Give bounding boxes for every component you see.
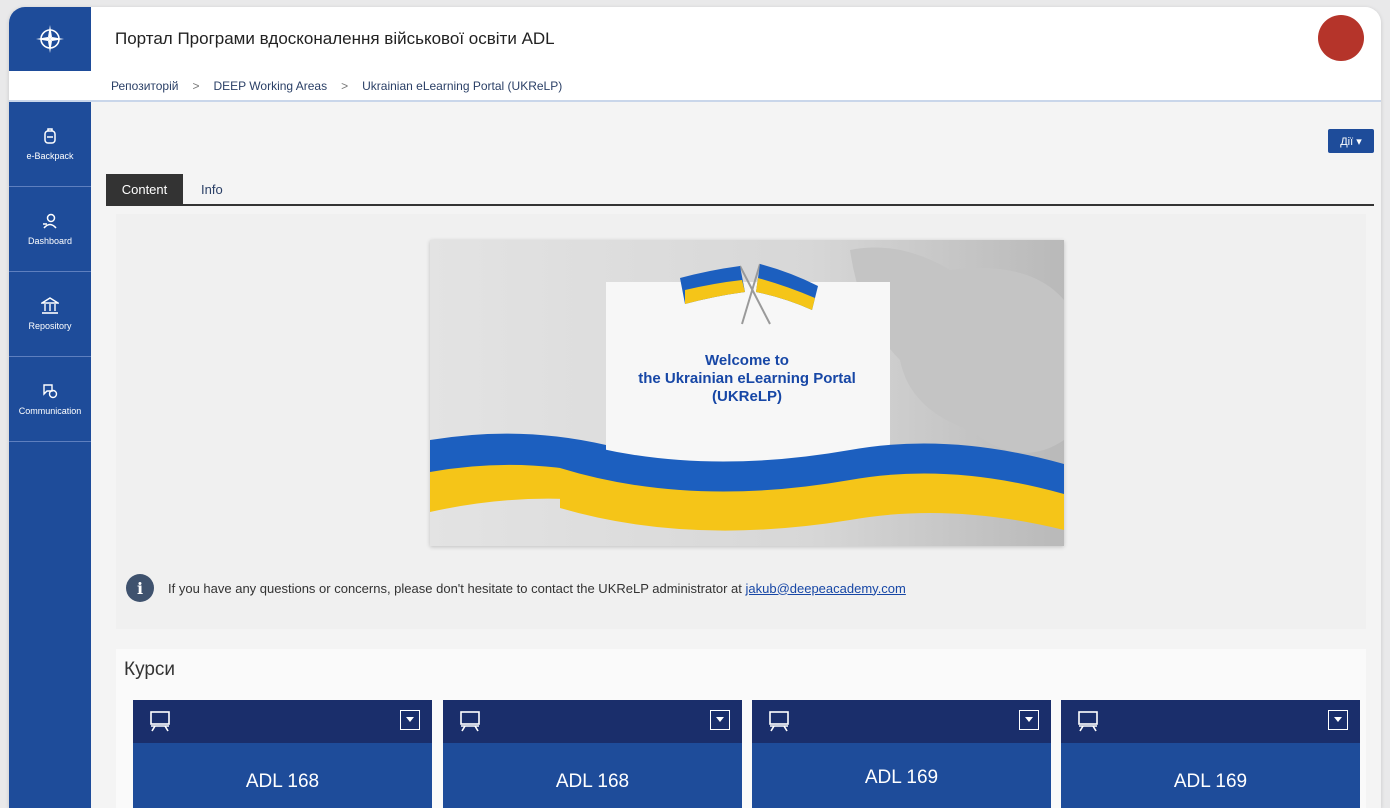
dashboard-icon	[43, 213, 57, 229]
breadcrumb: Репозиторій > DEEP Working Areas > Ukrai…	[111, 79, 562, 93]
breadcrumb-item-repository[interactable]: Репозиторій	[111, 79, 178, 93]
course-card-menu-button[interactable]	[400, 710, 420, 730]
nato-logo[interactable]	[9, 7, 91, 71]
course-card-title[interactable]: ADL 168	[133, 743, 432, 808]
tab-content[interactable]: Content	[106, 174, 183, 204]
course-card[interactable]: ADL 169	[1061, 700, 1360, 808]
repository-icon	[41, 297, 59, 314]
sidebar-item-dashboard[interactable]: Dashboard	[9, 187, 91, 272]
app-window: Портал Програми вдосконалення військової…	[9, 7, 1381, 808]
actions-dropdown-button[interactable]: Дії ▾	[1328, 129, 1374, 153]
tab-info[interactable]: Info	[201, 174, 223, 204]
user-avatar[interactable]	[1318, 15, 1364, 61]
chevron-down-icon	[1025, 717, 1033, 722]
course-card-header	[443, 700, 742, 743]
banner-welcome-text: Welcome to the Ukrainian eLearning Porta…	[430, 352, 1064, 406]
info-icon: i	[126, 574, 154, 602]
course-card-title[interactable]: ADL 169	[752, 743, 1051, 808]
sidebar-item-e-backpack[interactable]: e-Backpack	[9, 102, 91, 187]
top-header: Портал Програми вдосконалення військової…	[9, 7, 1381, 102]
sidebar-item-communication[interactable]: Communication	[9, 357, 91, 442]
course-card-menu-button[interactable]	[710, 710, 730, 730]
chevron-down-icon	[1334, 717, 1342, 722]
course-card[interactable]: ADL 169	[752, 700, 1051, 808]
main-content: Дії ▾ Content Info Welcome to the Ukrain…	[91, 104, 1381, 808]
presentation-board-icon	[769, 711, 789, 732]
breadcrumb-item-ukrelp[interactable]: Ukrainian eLearning Portal (UKReLP)	[362, 79, 562, 93]
course-card[interactable]: ADL 168	[443, 700, 742, 808]
banner-line: the Ukrainian eLearning Portal	[638, 370, 856, 387]
contact-info-row: i If you have any questions or concerns,…	[126, 574, 906, 602]
sidebar: e-Backpack Dashboard Repository Communic…	[9, 102, 91, 808]
courses-heading: Курси	[124, 659, 176, 680]
tab-bar: Content Info	[106, 174, 1374, 206]
content-panel: Welcome to the Ukrainian eLearning Porta…	[116, 214, 1366, 629]
course-card-header	[133, 700, 432, 743]
sidebar-item-repository[interactable]: Repository	[9, 272, 91, 357]
chevron-down-icon	[406, 717, 414, 722]
course-card-header	[1061, 700, 1360, 743]
portal-title: Портал Програми вдосконалення військової…	[115, 29, 555, 48]
banner-line: (UKReLP)	[712, 388, 782, 405]
backpack-icon	[44, 128, 56, 144]
contact-info-text: If you have any questions or concerns, p…	[168, 580, 742, 596]
presentation-board-icon	[460, 711, 480, 732]
presentation-board-icon	[150, 711, 170, 732]
breadcrumb-item-deep-working-areas[interactable]: DEEP Working Areas	[214, 79, 328, 93]
breadcrumb-separator: >	[192, 79, 200, 93]
course-card-title[interactable]: ADL 169	[1061, 743, 1360, 808]
breadcrumb-separator: >	[341, 79, 349, 93]
banner-line: Welcome to	[705, 352, 789, 369]
courses-section: Курси ADL 168 ADL 168 ADL 169 ADL 169	[116, 649, 1366, 808]
admin-email-link[interactable]: jakub@deepeacademy.com	[745, 581, 905, 596]
course-card-menu-button[interactable]	[1019, 710, 1039, 730]
course-card-menu-button[interactable]	[1328, 710, 1348, 730]
sidebar-item-label: Communication	[18, 406, 82, 416]
course-card-header	[752, 700, 1051, 743]
sidebar-item-label: Dashboard	[27, 236, 73, 246]
chevron-down-icon	[716, 717, 724, 722]
course-card-title[interactable]: ADL 168	[443, 743, 742, 808]
sidebar-item-label: e-Backpack	[26, 151, 74, 161]
communication-icon	[43, 384, 58, 399]
presentation-board-icon	[1078, 711, 1098, 732]
compass-star-icon	[36, 25, 64, 53]
course-card[interactable]: ADL 168	[133, 700, 432, 808]
welcome-banner-image: Welcome to the Ukrainian eLearning Porta…	[430, 240, 1064, 546]
sidebar-item-label: Repository	[28, 321, 72, 331]
